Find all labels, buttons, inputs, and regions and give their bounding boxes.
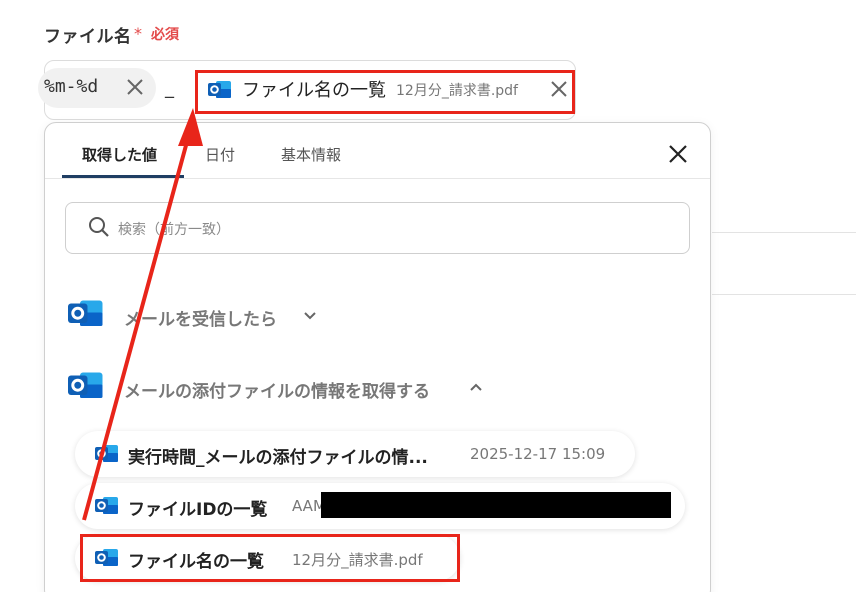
field-label: ファイル名	[44, 27, 132, 47]
item-label: 実行時間_メールの添付ファイルの情...	[128, 448, 428, 468]
tab-basic-info[interactable]: 基本情報	[281, 144, 341, 165]
highlight-box	[80, 534, 460, 582]
file-chip-label: ファイル名の一覧	[242, 80, 386, 101]
separator-text: _	[165, 78, 174, 99]
close-icon[interactable]	[124, 76, 146, 98]
outlook-icon	[68, 372, 103, 398]
outlook-icon	[95, 445, 118, 462]
file-chip-value: 12月分_請求書.pdf	[396, 83, 518, 99]
item-label: ファイルIDの一覧	[128, 500, 268, 520]
date-chip-text: %m-%d	[44, 76, 99, 97]
background-divider	[712, 232, 856, 233]
group-label-mail-received[interactable]: メールを受信したら	[124, 305, 277, 330]
redaction-bar	[321, 492, 671, 518]
tab-divider	[45, 178, 710, 179]
required-star: *	[134, 24, 142, 43]
item-value: 2025-12-17 15:09	[470, 445, 606, 463]
close-icon[interactable]	[667, 143, 689, 165]
tab-date[interactable]: 日付	[205, 144, 235, 165]
tab-acquired-values[interactable]: 取得した値	[82, 144, 157, 165]
search-placeholder: 検索（前方一致）	[118, 222, 230, 238]
search-icon	[89, 217, 109, 237]
chevron-up-icon[interactable]	[468, 380, 484, 394]
outlook-icon	[68, 300, 103, 326]
required-text: 必須	[151, 27, 179, 43]
close-icon[interactable]	[548, 78, 570, 100]
chevron-down-icon[interactable]	[302, 309, 318, 323]
background-divider	[712, 294, 856, 295]
outlook-icon	[95, 497, 118, 514]
group-label-attachment-info[interactable]: メールの添付ファイルの情報を取得する	[124, 377, 430, 402]
outlook-icon	[208, 81, 231, 98]
